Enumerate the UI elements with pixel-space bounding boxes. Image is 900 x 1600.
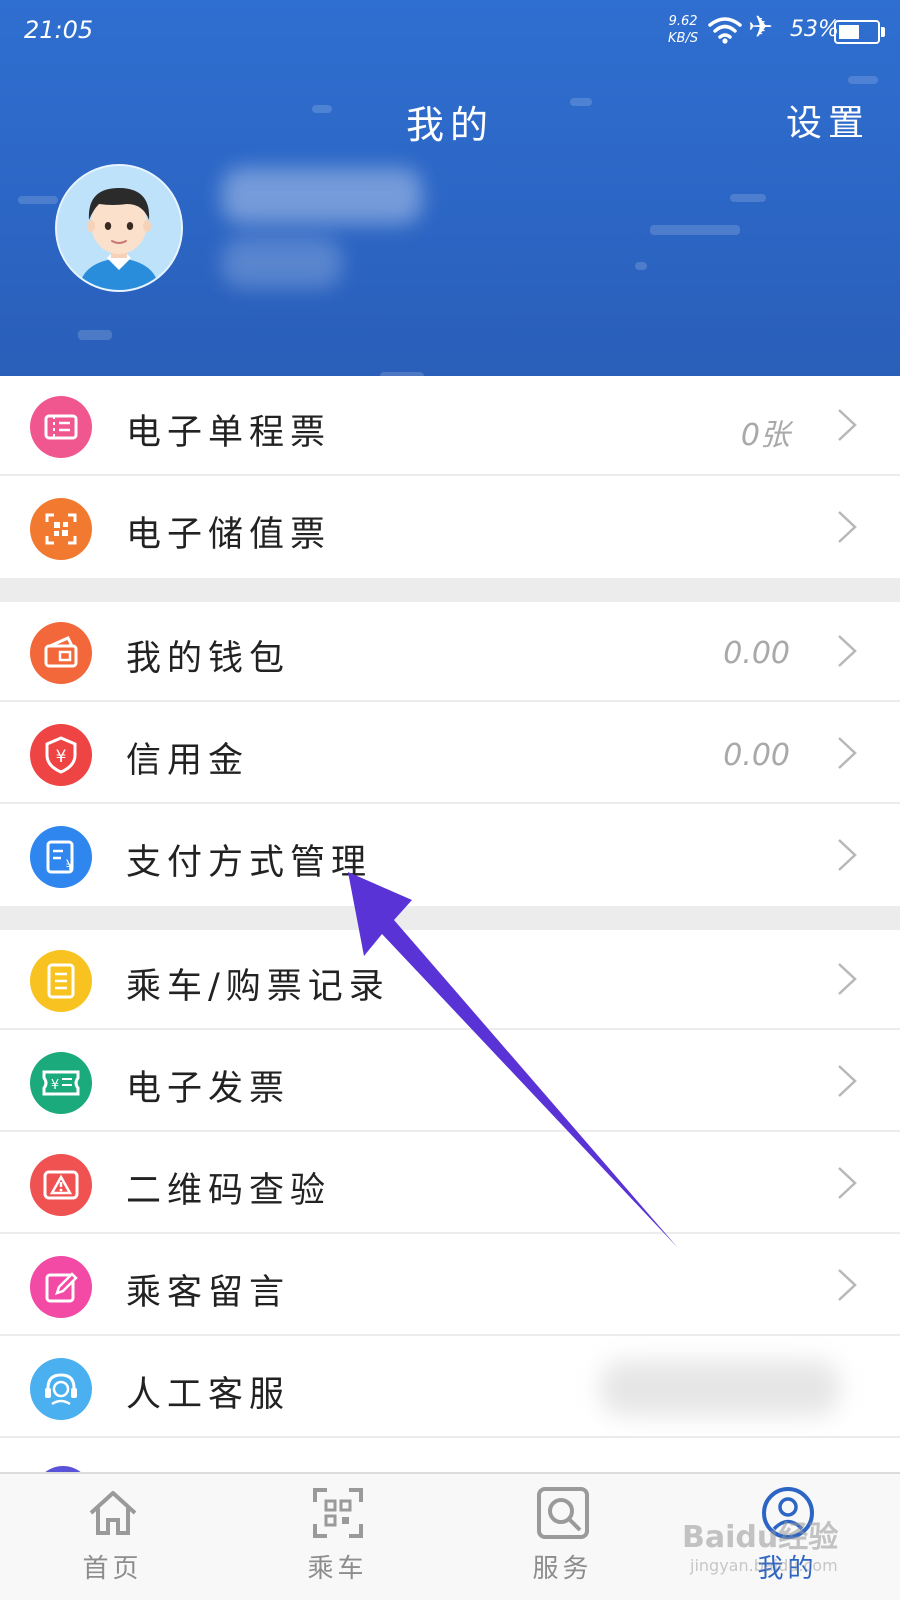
shield-yuan-icon: ¥ bbox=[30, 724, 92, 786]
menu-item-customer-service[interactable]: 人工客服 bbox=[0, 1338, 900, 1438]
payment-doc-icon: ¥ bbox=[30, 826, 92, 888]
avatar-image bbox=[57, 166, 181, 290]
menu-label: 人工客服 bbox=[126, 1375, 291, 1415]
network-speed: 9.62 KB/S bbox=[668, 13, 698, 47]
qr-card-icon bbox=[30, 498, 92, 560]
battery-icon bbox=[834, 20, 885, 44]
tab-label: 乘车 bbox=[307, 1554, 368, 1584]
headset-icon bbox=[30, 1358, 92, 1420]
username-blurred bbox=[222, 168, 422, 224]
tab-label: 服务 bbox=[532, 1554, 593, 1584]
menu-item-ride-records[interactable]: 乘车/购票记录 bbox=[0, 930, 900, 1030]
net-speed-value: 9.62 bbox=[668, 14, 698, 29]
menu-item-qr-verify[interactable]: 二维码查验 bbox=[0, 1134, 900, 1234]
ticket-icon bbox=[30, 396, 92, 458]
status-time: 21:05 bbox=[24, 16, 94, 44]
invoice-icon: ¥ bbox=[30, 1052, 92, 1114]
watermark: Baidu经验 bbox=[682, 1520, 839, 1555]
menu-item-payment-management[interactable]: ¥ 支付方式管理 bbox=[0, 806, 900, 906]
search-icon bbox=[537, 1487, 589, 1539]
svg-text:¥: ¥ bbox=[66, 858, 75, 874]
menu-label: 电子储值票 bbox=[126, 515, 332, 555]
user-info-blurred bbox=[222, 238, 342, 288]
service-phone-blurred bbox=[600, 1360, 840, 1416]
menu-item-passenger-message[interactable]: 乘客留言 bbox=[0, 1236, 900, 1336]
menu-value: 0.00 bbox=[723, 636, 790, 671]
wallet-icon bbox=[30, 622, 92, 684]
watermark-url: jingyan.baidu.com bbox=[690, 1556, 838, 1575]
menu-item-credit[interactable]: ¥ 信用金 0.00 bbox=[0, 704, 900, 804]
menu-label: 电子发票 bbox=[126, 1069, 291, 1109]
app: 21:05 9.62 KB/S ✈ 53% 我的 设置 电子单程票 0张 电子储… bbox=[0, 0, 900, 1600]
menu-label: 我的钱包 bbox=[126, 639, 291, 679]
menu-item-wallet[interactable]: 我的钱包 0.00 bbox=[0, 602, 900, 702]
svg-text:¥: ¥ bbox=[56, 747, 67, 767]
settings-button[interactable]: 设置 bbox=[786, 94, 870, 146]
menu-item-single-ticket[interactable]: 电子单程票 0张 bbox=[0, 376, 900, 476]
chevron-right-icon bbox=[838, 1167, 857, 1199]
chevron-right-icon bbox=[838, 1065, 857, 1097]
menu-value: 0张 bbox=[740, 418, 790, 453]
chevron-right-icon bbox=[838, 1269, 857, 1301]
menu-label: 乘车/购票记录 bbox=[126, 967, 390, 1007]
menu-item-stored-value-ticket[interactable]: 电子储值票 bbox=[0, 478, 900, 578]
menu-label: 电子单程票 bbox=[126, 413, 332, 453]
chevron-right-icon bbox=[838, 635, 857, 667]
tab-label: 首页 bbox=[82, 1554, 143, 1584]
tab-ride[interactable]: 乘车 bbox=[225, 1474, 450, 1600]
chevron-right-icon bbox=[838, 409, 857, 441]
chevron-right-icon bbox=[838, 839, 857, 871]
chevron-right-icon bbox=[838, 511, 857, 543]
wifi-icon bbox=[708, 17, 742, 44]
net-speed-unit: KB/S bbox=[668, 31, 699, 46]
warning-triangle-icon bbox=[30, 1154, 92, 1216]
tab-service[interactable]: 服务 bbox=[450, 1474, 675, 1600]
edit-icon bbox=[30, 1256, 92, 1318]
menu-item-e-invoice[interactable]: ¥ 电子发票 bbox=[0, 1032, 900, 1132]
menu-label: 支付方式管理 bbox=[126, 843, 373, 883]
status-bar: 21:05 9.62 KB/S ✈ 53% bbox=[0, 0, 900, 62]
section-divider bbox=[0, 906, 900, 930]
section-divider bbox=[0, 578, 900, 602]
battery-percent: 53% bbox=[790, 17, 839, 42]
profile-header: 21:05 9.62 KB/S ✈ 53% 我的 设置 bbox=[0, 0, 900, 376]
menu-value: 0.00 bbox=[723, 738, 790, 773]
airplane-mode-icon: ✈ bbox=[748, 10, 774, 45]
menu-label: 信用金 bbox=[126, 741, 250, 781]
menu-label: 乘客留言 bbox=[126, 1273, 291, 1313]
svg-text:¥: ¥ bbox=[51, 1078, 59, 1093]
menu-label: 二维码查验 bbox=[126, 1171, 332, 1211]
page-title: 我的 bbox=[405, 103, 494, 147]
chevron-right-icon bbox=[838, 737, 857, 769]
record-list-icon bbox=[30, 950, 92, 1012]
tab-home[interactable]: 首页 bbox=[0, 1474, 225, 1600]
scan-icon bbox=[313, 1488, 363, 1538]
avatar[interactable] bbox=[55, 164, 183, 292]
home-icon bbox=[89, 1491, 137, 1535]
chevron-right-icon bbox=[838, 963, 857, 995]
